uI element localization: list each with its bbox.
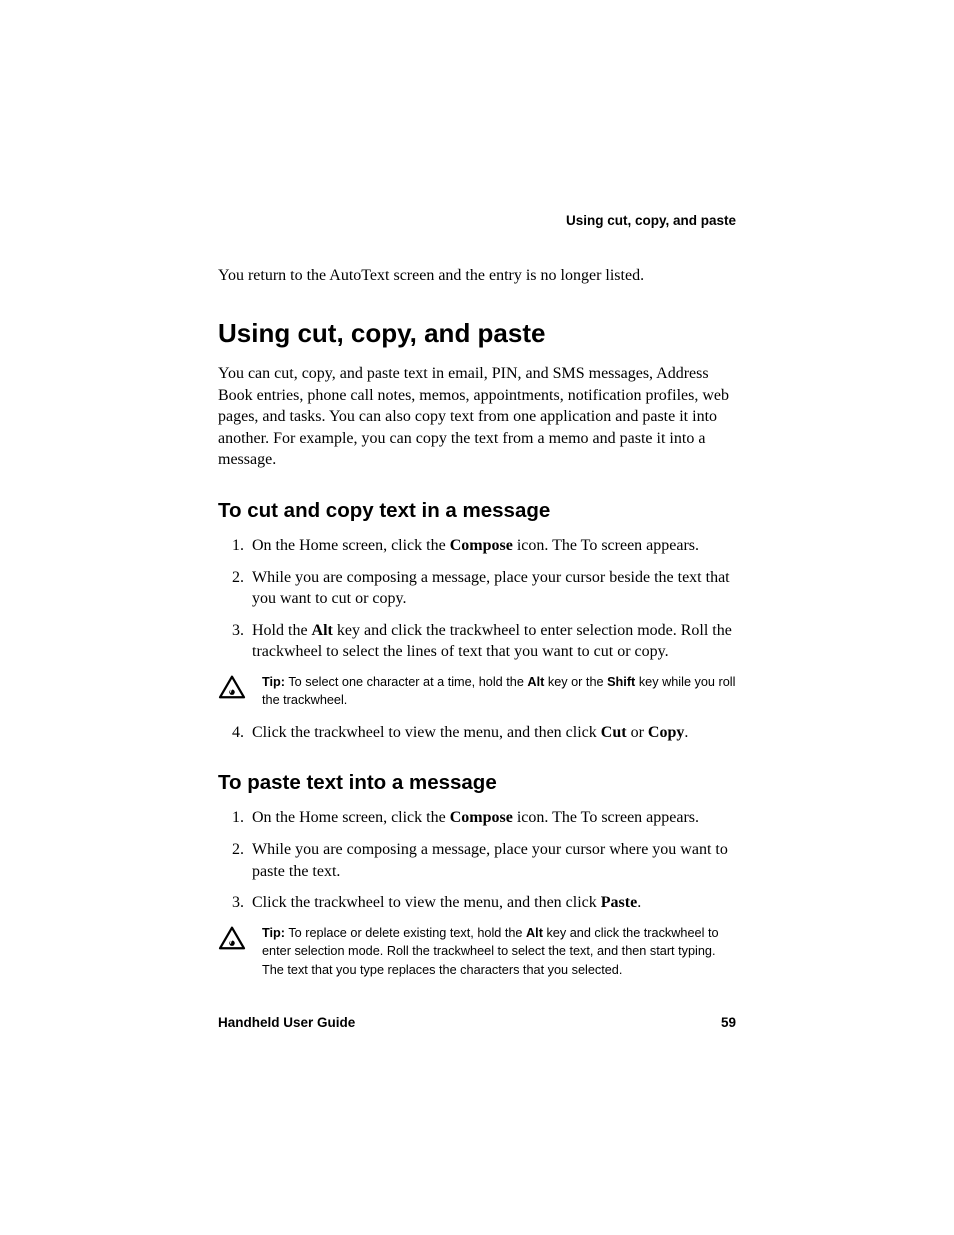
tip-segment: key or the — [544, 675, 607, 689]
step: Click the trackwheel to view the menu, a… — [248, 892, 736, 914]
tip-block: Tip: To replace or delete existing text,… — [218, 924, 736, 979]
steps-paste: On the Home screen, click the Compose ic… — [218, 807, 736, 913]
tip-icon — [218, 673, 246, 704]
bold-term: Alt — [527, 675, 544, 689]
tip-segment: To select one character at a time, hold … — [285, 675, 527, 689]
page: Using cut, copy, and paste You return to… — [0, 0, 954, 1235]
bold-term: Alt — [312, 622, 333, 639]
bold-term: Shift — [607, 675, 635, 689]
step: Hold the Alt key and click the trackwhee… — [248, 620, 736, 663]
steps-cut-copy-cont: Click the trackwheel to view the menu, a… — [218, 722, 736, 744]
step-text: On the Home screen, click the — [252, 809, 450, 826]
page-footer: Handheld User Guide 59 — [218, 1015, 736, 1030]
step-text: Hold the — [252, 622, 312, 639]
step-text: Click the trackwheel to view the menu, a… — [252, 894, 601, 911]
step: Click the trackwheel to view the menu, a… — [248, 722, 736, 744]
step-text: icon. The To screen appears. — [513, 809, 699, 826]
step-text: or — [627, 724, 648, 741]
step-text: On the Home screen, click the — [252, 537, 450, 554]
step: While you are composing a message, place… — [248, 567, 736, 610]
bold-term: Cut — [601, 724, 627, 741]
step-text: icon. The To screen appears. — [513, 537, 699, 554]
steps-cut-copy: On the Home screen, click the Compose ic… — [218, 535, 736, 663]
tip-text: Tip: To select one character at a time, … — [262, 673, 736, 710]
bold-term: Copy — [648, 724, 684, 741]
bold-term: Compose — [450, 809, 513, 826]
running-header: Using cut, copy, and paste — [566, 213, 736, 228]
tip-icon — [218, 924, 246, 955]
step: While you are composing a message, place… — [248, 839, 736, 882]
tip-label: Tip: — [262, 926, 285, 940]
bold-term: Paste — [601, 894, 637, 911]
bold-term: Compose — [450, 537, 513, 554]
step: On the Home screen, click the Compose ic… — [248, 807, 736, 829]
tip-block: Tip: To select one character at a time, … — [218, 673, 736, 710]
book-title: Handheld User Guide — [218, 1015, 355, 1030]
subhead-paste: To paste text into a message — [218, 771, 736, 795]
page-number: 59 — [721, 1015, 736, 1030]
step-text: Click the trackwheel to view the menu, a… — [252, 724, 601, 741]
intro-paragraph: You return to the AutoText screen and th… — [218, 264, 736, 288]
tip-text: Tip: To replace or delete existing text,… — [262, 924, 736, 979]
bold-term: Alt — [526, 926, 543, 940]
tip-label: Tip: — [262, 675, 285, 689]
section-paragraph: You can cut, copy, and paste text in ema… — [218, 363, 736, 471]
subhead-cut-copy: To cut and copy text in a message — [218, 499, 736, 523]
step-text: . — [637, 894, 641, 911]
step: On the Home screen, click the Compose ic… — [248, 535, 736, 557]
step-text: . — [684, 724, 688, 741]
tip-segment: To replace or delete existing text, hold… — [285, 926, 526, 940]
